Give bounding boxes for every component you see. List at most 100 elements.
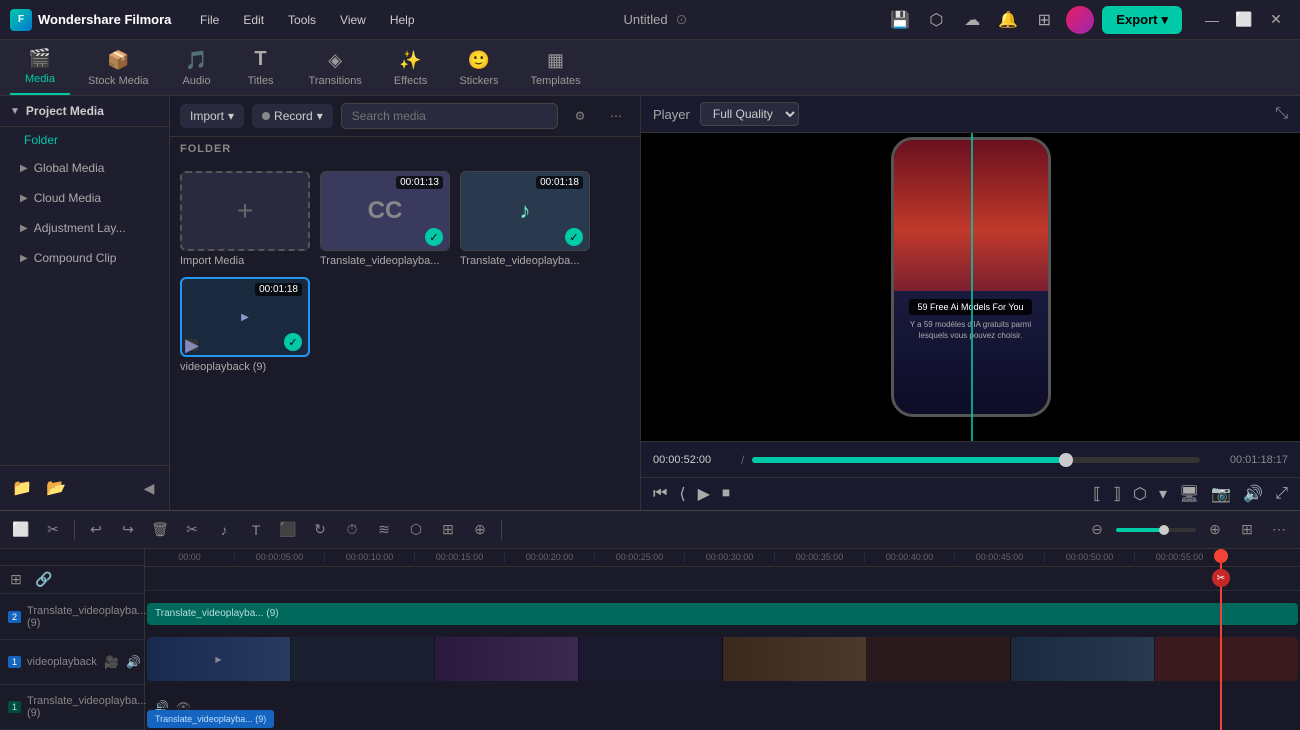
stop-button[interactable]: ⏹: [722, 485, 730, 503]
tab-effects[interactable]: ✨ Effects: [380, 44, 441, 95]
timeline-trim-tool[interactable]: ✂: [40, 517, 66, 543]
cloud-media-arrow: ▶: [20, 193, 28, 204]
media-grid: + Import Media CC 00:01:13 ✓ Translate_v…: [170, 161, 640, 383]
timeline-select-tool[interactable]: ⬜: [8, 517, 34, 543]
grid-icon[interactable]: ⬡: [922, 6, 950, 34]
cloud-icon[interactable]: ☁: [958, 6, 986, 34]
record-button[interactable]: Record ▾: [252, 104, 333, 128]
timeline-more-button[interactable]: ⋯: [1266, 517, 1292, 543]
fullscreen-button[interactable]: ⤢: [1275, 485, 1288, 503]
new-folder-icon[interactable]: 📂: [42, 474, 70, 502]
apps-icon[interactable]: ⊞: [1030, 6, 1058, 34]
sidebar-item-cloud-media[interactable]: ▶ Cloud Media: [0, 183, 169, 213]
media-item-music[interactable]: ♪ 00:01:18 ✓ Translate_videoplayba...: [460, 171, 590, 267]
track-clip-audio-1[interactable]: Translate_videoplayba... (9): [147, 603, 1298, 625]
clip-button[interactable]: ⬡: [1133, 484, 1147, 504]
timeline-text-button[interactable]: T: [243, 517, 269, 543]
minimize-button[interactable]: —: [1198, 6, 1226, 34]
play-button[interactable]: ▶: [698, 484, 710, 504]
folder-section-label: FOLDER: [170, 137, 640, 161]
progress-bar[interactable]: [752, 457, 1200, 463]
sidebar-global-media-label: Global Media: [34, 161, 105, 175]
tab-templates[interactable]: ▦ Templates: [516, 44, 594, 95]
menu-edit[interactable]: Edit: [233, 9, 274, 31]
bell-icon[interactable]: 🔔: [994, 6, 1022, 34]
timeline-audio-adj-button[interactable]: ≋: [371, 517, 397, 543]
media-item-cc[interactable]: CC 00:01:13 ✓ Translate_videoplayba...: [320, 171, 450, 267]
settings-ctrl-icon[interactable]: ▾: [1159, 484, 1167, 504]
more-options-icon[interactable]: ⋯: [602, 102, 630, 130]
camera-button[interactable]: 📷: [1211, 484, 1231, 504]
menu-tools[interactable]: Tools: [278, 9, 326, 31]
ruler-time-8: 00:00:40:00: [865, 552, 955, 562]
rewind-button[interactable]: ⏮: [653, 485, 667, 503]
timeline-speed-button[interactable]: ⏱: [339, 517, 365, 543]
quality-select[interactable]: Full Quality: [700, 102, 799, 126]
menu-file[interactable]: File: [190, 9, 229, 31]
tab-stickers[interactable]: 🙂 Stickers: [445, 44, 512, 95]
tab-audio[interactable]: 🎵 Audio: [167, 44, 227, 95]
progress-fill: [752, 457, 1065, 463]
track-clip-video-2[interactable]: Translate_videoplayba... (9): [147, 710, 274, 728]
timeline-rotate-button[interactable]: ↻: [307, 517, 333, 543]
user-avatar[interactable]: [1066, 6, 1094, 34]
sidebar-item-global-media[interactable]: ▶ Global Media: [0, 153, 169, 183]
timeline: ⬜ ✂ ↩ ↪ 🗑 ✂ ♪ T ⬛ ↻ ⏱ ≋ ⬡ ⊞ ⊕ ⊖ ⊕ ⊞ ⋯: [0, 510, 1300, 730]
add-track-button[interactable]: ⊞: [4, 568, 28, 592]
video-thumb-7: [1011, 637, 1155, 681]
track-2-volume-icon[interactable]: 🔊: [125, 653, 143, 671]
collapse-panel-button[interactable]: ◀: [137, 476, 161, 500]
timeline-crop-button[interactable]: ⊞: [435, 517, 461, 543]
in-point-button[interactable]: ⟦: [1093, 484, 1101, 504]
zoom-out-button[interactable]: ⊖: [1084, 517, 1110, 543]
close-button[interactable]: ✕: [1262, 6, 1290, 34]
progress-handle[interactable]: [1059, 453, 1073, 467]
menu-view[interactable]: View: [330, 9, 376, 31]
out-point-button[interactable]: ⟧: [1113, 484, 1121, 504]
zoom-handle[interactable]: [1159, 525, 1169, 535]
step-back-button[interactable]: ⟨: [679, 484, 685, 504]
volume-button[interactable]: 🔊: [1243, 484, 1263, 504]
zoom-bar[interactable]: [1116, 528, 1196, 532]
timeline-merge-button[interactable]: ⊕: [467, 517, 493, 543]
zoom-in-button[interactable]: ⊕: [1202, 517, 1228, 543]
tab-titles[interactable]: T Titles: [231, 42, 291, 95]
export-button[interactable]: Export ▾: [1102, 6, 1182, 34]
media-item-video[interactable]: ▶ ▶ 00:01:18 ✓ videoplayback (9): [180, 277, 310, 373]
menu-help[interactable]: Help: [380, 9, 425, 31]
import-button[interactable]: Import ▾: [180, 104, 244, 128]
maximize-button[interactable]: ⬜: [1230, 6, 1258, 34]
sidebar-item-compound-clip[interactable]: ▶ Compound Clip: [0, 243, 169, 273]
tab-media[interactable]: 🎬 Media: [10, 42, 70, 95]
panel-header: ▼ Project Media: [0, 96, 169, 127]
timeline-audio-button[interactable]: ♪: [211, 517, 237, 543]
import-media-name: Import Media: [180, 255, 310, 267]
timeline-delete-button[interactable]: 🗑: [147, 517, 173, 543]
add-folder-icon[interactable]: 📁: [8, 474, 36, 502]
sidebar-compound-label: Compound Clip: [34, 251, 117, 265]
timeline-color-button[interactable]: ⬡: [403, 517, 429, 543]
timeline-redo-button[interactable]: ↪: [115, 517, 141, 543]
sidebar-folder[interactable]: Folder: [0, 127, 169, 153]
save-icon[interactable]: 💾: [886, 6, 914, 34]
import-media-item[interactable]: + Import Media: [180, 171, 310, 267]
timeline-body: ⊞ 🔗 2 Translate_videoplayba... (9) 🎥 🔊 👁…: [0, 549, 1300, 730]
sidebar-item-adjustment-layer[interactable]: ▶ Adjustment Lay...: [0, 213, 169, 243]
link-button[interactable]: 🔗: [32, 568, 56, 592]
search-input[interactable]: [341, 103, 558, 129]
track-clip-video[interactable]: ▶: [147, 637, 1298, 681]
record-dot: [262, 112, 270, 120]
timeline-grid-button[interactable]: ⊞: [1234, 517, 1260, 543]
timeline-cut-button[interactable]: ✂: [179, 517, 205, 543]
track-2-camera-icon[interactable]: 🎥: [103, 653, 121, 671]
timeline-marker-button[interactable]: ⬛: [275, 517, 301, 543]
tab-transitions[interactable]: ◈ Transitions: [295, 44, 376, 95]
tab-stock-media[interactable]: 📦 Stock Media: [74, 44, 163, 95]
ruler-time-2: 00:00:10:00: [325, 552, 415, 562]
titles-tab-icon: T: [254, 48, 266, 71]
screen-button[interactable]: 🖥: [1179, 484, 1199, 504]
track-controls-row: [145, 567, 1300, 592]
expand-preview-icon[interactable]: ⤡: [1275, 105, 1288, 123]
timeline-undo-button[interactable]: ↩: [83, 517, 109, 543]
filter-icon[interactable]: ⚙: [566, 102, 594, 130]
